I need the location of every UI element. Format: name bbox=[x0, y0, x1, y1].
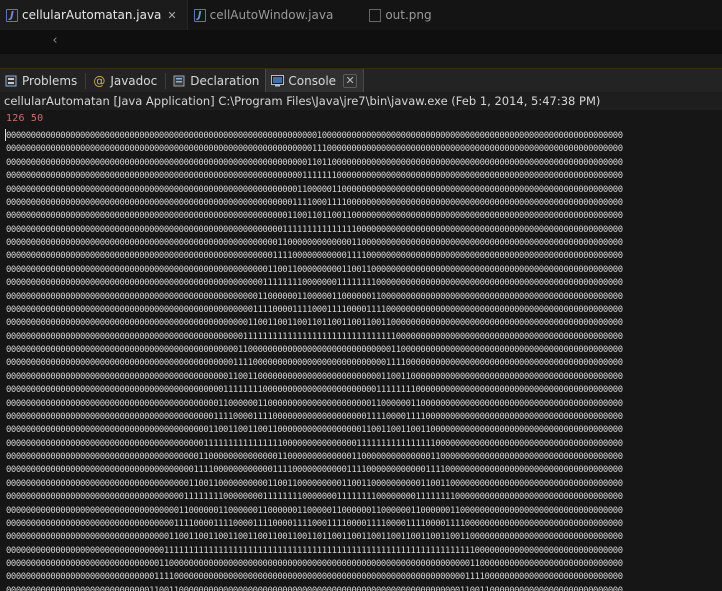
tab-problems[interactable]: Problems bbox=[0, 69, 83, 93]
tab-declaration[interactable]: Declaration bbox=[168, 69, 265, 93]
editor-area[interactable]: ‹ bbox=[0, 30, 722, 54]
view-tab-bar: Problems @ Javadoc Declaration Console ✕ bbox=[0, 68, 722, 93]
editor-tab-bar: J cellularAutomatan.java ✕ J cellAutoWin… bbox=[0, 0, 722, 30]
editor-tab-cellularautomatan[interactable]: J cellularAutomatan.java ✕ bbox=[0, 0, 188, 30]
java-file-icon: J bbox=[193, 8, 206, 22]
tab-label: Javadoc bbox=[110, 73, 158, 88]
javadoc-icon: @ bbox=[93, 73, 106, 88]
tab-console[interactable]: Console ✕ bbox=[265, 68, 365, 93]
declaration-icon bbox=[172, 74, 186, 88]
editor-tab-label: out.png bbox=[385, 8, 432, 22]
editor-tab-label: cellularAutomatan.java bbox=[22, 8, 162, 22]
tab-label: Console bbox=[288, 73, 337, 88]
editor-horizontal-scrollbar[interactable] bbox=[0, 54, 722, 68]
tab-divider bbox=[85, 72, 87, 89]
editor-tab-cellautowindow[interactable]: J cellAutoWindow.java bbox=[188, 0, 344, 30]
tab-label: Declaration bbox=[190, 73, 260, 88]
close-icon[interactable]: ✕ bbox=[167, 9, 176, 22]
console-icon bbox=[270, 74, 284, 88]
close-icon[interactable]: ✕ bbox=[343, 73, 358, 88]
java-file-icon: J bbox=[6, 8, 18, 22]
tab-label: Problems bbox=[22, 73, 78, 88]
console-output-text: 0000000000000000000000000000000000000000… bbox=[6, 131, 623, 591]
image-file-icon bbox=[369, 8, 382, 22]
problems-icon bbox=[4, 74, 18, 88]
tab-divider bbox=[165, 72, 167, 89]
console-process-label: cellularAutomatan [Java Application] C:\… bbox=[0, 92, 722, 110]
console-output-area[interactable]: 126 50 000000000000000000000000000000000… bbox=[0, 110, 722, 591]
editor-tab-out-png[interactable]: out.png bbox=[363, 0, 441, 30]
console-user-input: 126 50 bbox=[6, 113, 44, 124]
scroll-left-icon[interactable]: ‹ bbox=[48, 34, 62, 48]
editor-tab-label: cellAutoWindow.java bbox=[209, 8, 334, 22]
tab-javadoc[interactable]: @ Javadoc bbox=[88, 69, 163, 93]
